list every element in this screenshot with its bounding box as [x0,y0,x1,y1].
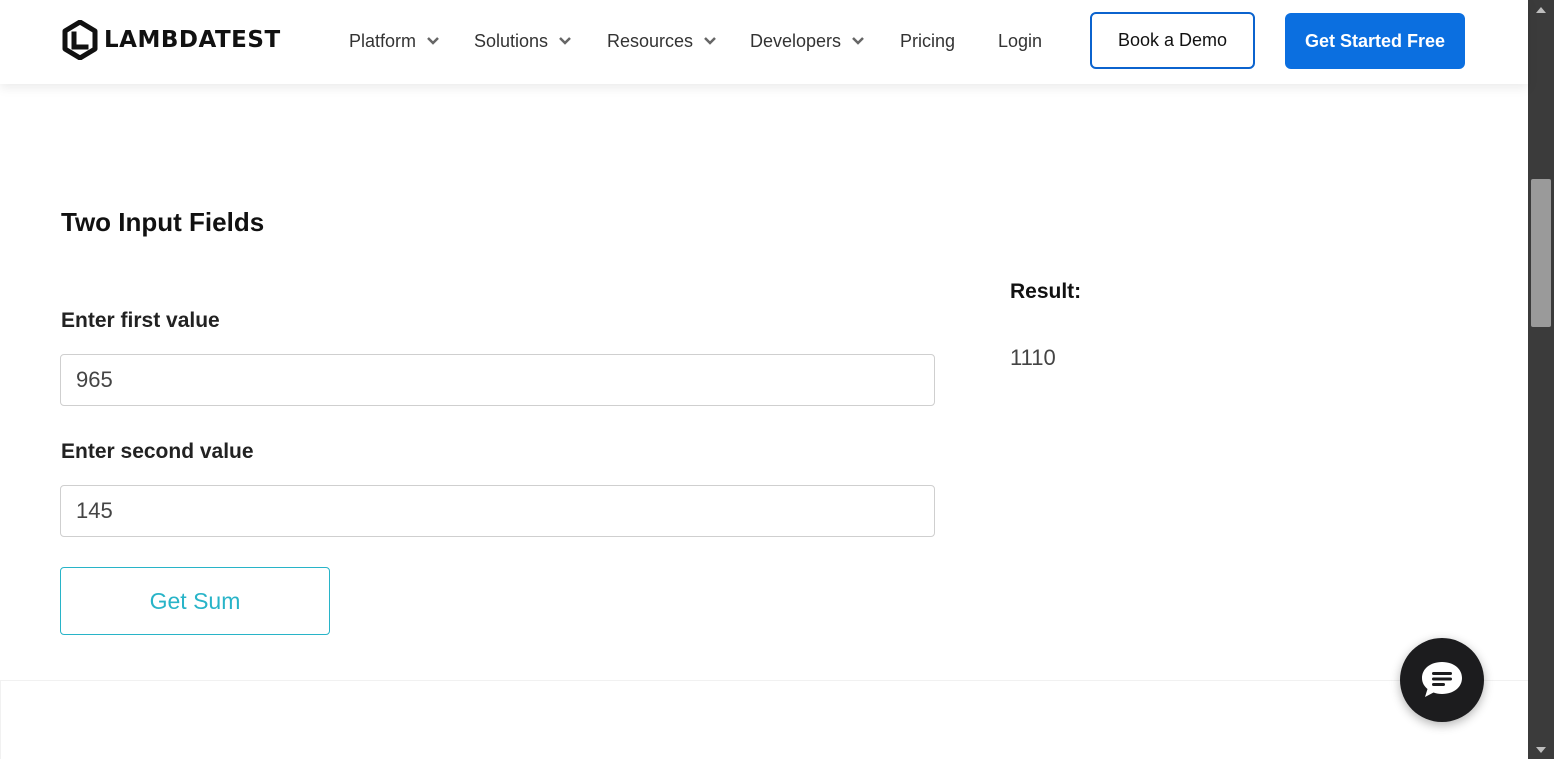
chevron-down-icon [852,37,864,45]
scrollbar[interactable] [1528,0,1554,759]
logo[interactable]: LAMBDATEST [62,20,281,60]
nav-resources[interactable]: Resources [607,26,717,56]
second-value-input[interactable] [60,485,935,537]
nav-solutions[interactable]: Solutions [474,26,572,56]
logo-text: LAMBDATEST [104,27,281,53]
scroll-down-arrow-icon[interactable] [1528,741,1554,759]
nav-platform[interactable]: Platform [349,26,440,56]
lambdatest-logo-icon [62,20,98,60]
chat-button[interactable] [1400,638,1484,722]
scroll-up-arrow-icon[interactable] [1528,0,1554,18]
chat-bubble-icon [1422,662,1462,697]
chevron-down-icon [704,37,716,45]
section-divider [0,680,1528,681]
first-value-input[interactable] [60,354,935,406]
nav-pricing[interactable]: Pricing [900,26,955,56]
section-divider-vertical [0,680,1,759]
nav-login[interactable]: Login [998,26,1042,56]
nav-label: Developers [750,30,842,51]
site-header: LAMBDATEST Platform Solutions Resources … [0,0,1528,84]
nav-label: Pricing [900,30,956,51]
get-sum-button[interactable]: Get Sum [60,567,330,635]
result-label: Result: [1010,280,1082,303]
page-title: Two Input Fields [61,207,265,237]
get-started-button[interactable]: Get Started Free [1285,13,1465,69]
nav-label: Login [998,30,1043,51]
nav-developers[interactable]: Developers [750,26,865,56]
nav-label: Platform [349,30,417,51]
first-value-label: Enter first value [61,309,220,332]
second-value-label: Enter second value [61,440,254,463]
nav-label: Resources [607,30,694,51]
result-value: 1110 [1010,345,1056,370]
book-demo-button[interactable]: Book a Demo [1090,12,1255,69]
scrollbar-thumb[interactable] [1531,179,1551,327]
chevron-down-icon [559,37,571,45]
nav-label: Solutions [474,30,549,51]
chevron-down-icon [427,37,439,45]
